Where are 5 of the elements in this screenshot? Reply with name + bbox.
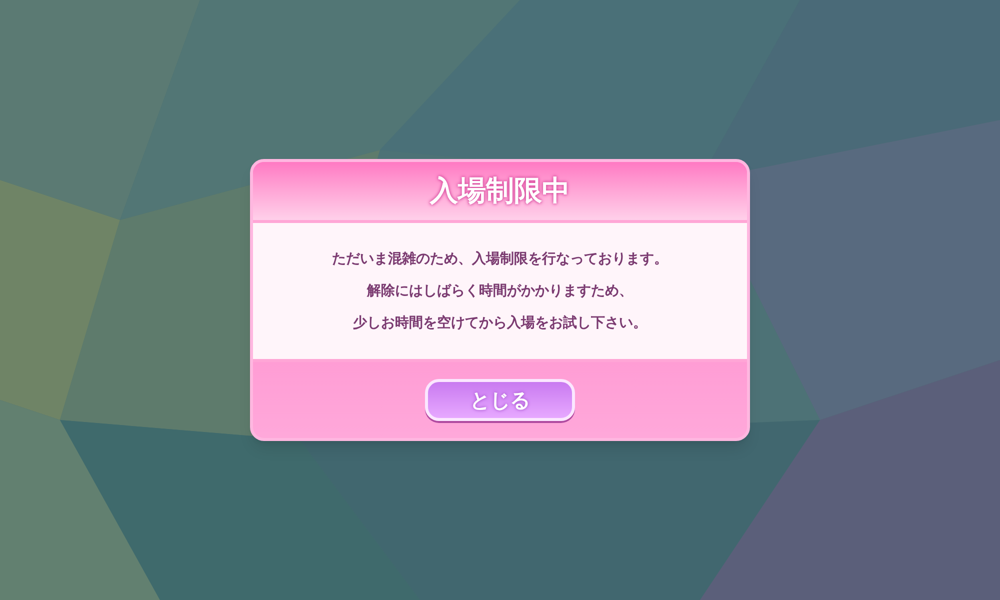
- message-line: ただいま混雑のため、入場制限を行なっております。: [332, 250, 668, 269]
- message-line: 少しお時間を空けてから入場をお試し下さい。: [353, 314, 647, 333]
- close-button[interactable]: とじる: [425, 379, 575, 421]
- dialog-title: 入場制限中: [430, 173, 570, 209]
- message-line: 解除にはしばらく時間がかかりますため、: [367, 282, 633, 301]
